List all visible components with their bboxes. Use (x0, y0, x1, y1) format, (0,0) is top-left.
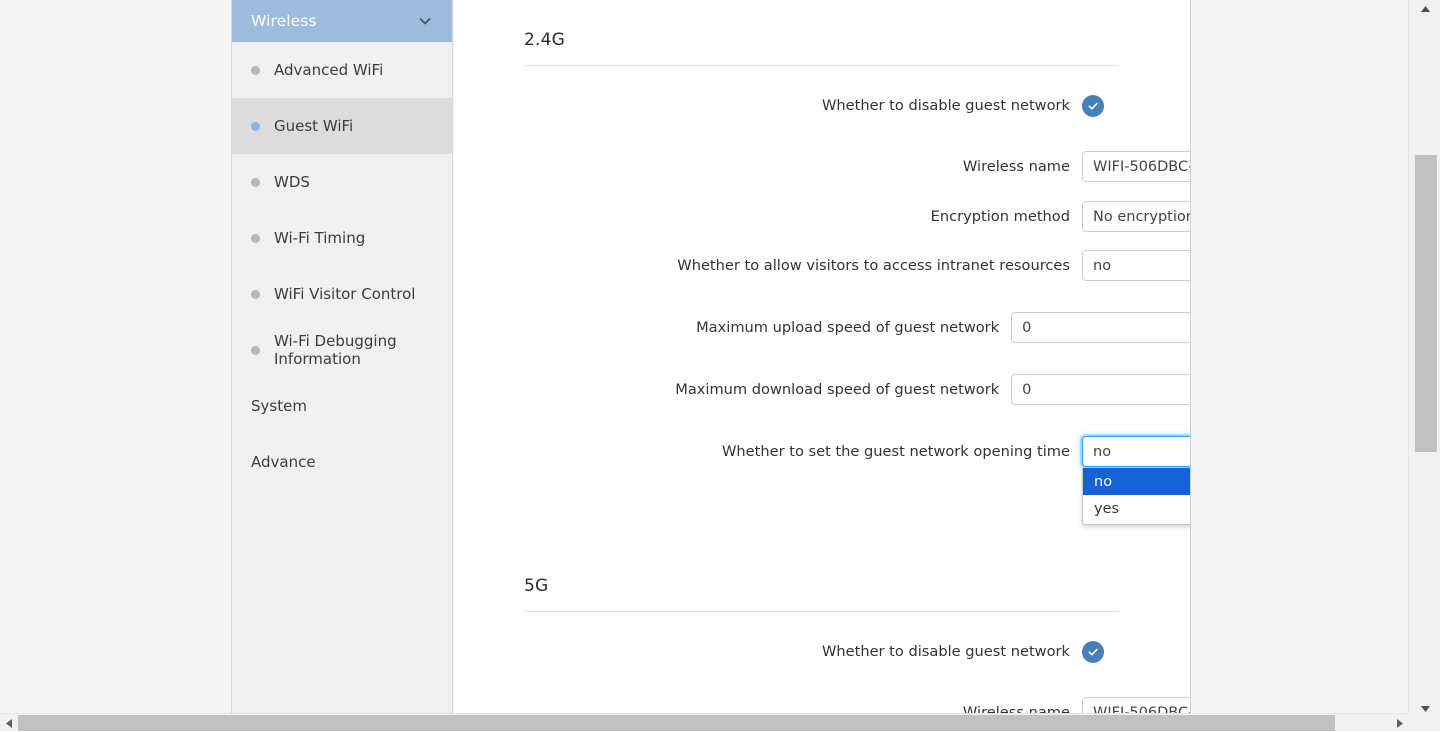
select-value: no (1093, 443, 1112, 460)
chevron-down-icon[interactable] (418, 14, 432, 28)
field-max-download-speed-24g: Maximum download speed of guest network … (454, 374, 1190, 436)
bullet-icon (251, 121, 260, 131)
sidebar-item-advanced-wifi[interactable]: Advanced WiFi (232, 42, 452, 98)
sidebar-item-label: Wi-Fi Debugging Information (274, 331, 397, 368)
select-value: no (1093, 257, 1112, 274)
sidebar-group-wireless[interactable]: Wireless (232, 0, 452, 42)
sidebar-item-wds[interactable]: WDS (232, 154, 452, 210)
dropdown-option-yes[interactable]: yes (1083, 495, 1190, 522)
dropdown-option-no[interactable]: no (1083, 468, 1190, 495)
scroll-up-button[interactable] (1409, 0, 1440, 17)
field-encryption-method-24g: Encryption method No encryption (454, 201, 1191, 232)
encryption-method-select-24g[interactable]: No encryption (1082, 201, 1191, 232)
field-label: Wireless name (962, 158, 1070, 175)
field-label: Whether to set the guest network opening… (721, 443, 1070, 460)
field-label: Whether to disable guest network (821, 643, 1070, 660)
sidebar-item-label: Advance (251, 453, 316, 471)
triangle-up-icon (1420, 5, 1430, 12)
sidebar-item-wifi-timing[interactable]: Wi-Fi Timing (232, 210, 452, 266)
horizontal-scrollbar[interactable] (0, 713, 1440, 731)
allow-intranet-select-24g[interactable]: no (1082, 250, 1190, 281)
sidebar-item-wifi-debugging-information[interactable]: Wi-Fi Debugging Information (232, 322, 452, 378)
field-label: Maximum upload speed of guest network (696, 319, 1000, 336)
field-label: Whether to allow visitors to access intr… (677, 257, 1070, 274)
field-disable-guest-network-5g: Whether to disable guest network (454, 641, 1104, 663)
sidebar-item-advance[interactable]: Advance (232, 434, 452, 490)
check-circle-icon[interactable] (1082, 641, 1104, 663)
select-value: No encryption (1093, 208, 1191, 225)
field-wireless-name-24g: Wireless name (454, 151, 1190, 182)
section-title-5g: 5G (524, 576, 549, 596)
sidebar-item-guest-wifi[interactable]: Guest WiFi (232, 98, 452, 154)
triangle-down-icon (1420, 705, 1430, 712)
guest-network-opening-time-dropdown: no yes (1082, 468, 1190, 525)
triangle-right-icon (1396, 718, 1403, 728)
bullet-icon (251, 345, 260, 355)
page-left-gutter (0, 0, 231, 717)
sidebar-item-system[interactable]: System (232, 378, 452, 434)
field-label: Encryption method (930, 208, 1070, 225)
bullet-icon (251, 65, 260, 75)
field-max-upload-speed-24g: Maximum upload speed of guest network KB… (454, 312, 1190, 374)
field-label: Maximum download speed of guest network (675, 381, 1000, 398)
guest-wifi-settings-panel: 2.4G Whether to disable guest network Wi… (454, 0, 1191, 717)
field-label: Whether to disable guest network (821, 97, 1070, 114)
triangle-left-icon (5, 718, 12, 728)
vertical-scrollbar[interactable] (1408, 0, 1440, 717)
field-guest-network-opening-time-24g: Whether to set the guest network opening… (454, 436, 1190, 525)
sidebar-item-label: Advanced WiFi (274, 60, 384, 79)
max-upload-speed-input-24g[interactable] (1011, 312, 1190, 343)
sidebar-item-label: Guest WiFi (274, 116, 354, 135)
page-right-gutter (1192, 0, 1408, 717)
sidebar-item-label: System (251, 397, 307, 415)
sidebar-item-label: WiFi Visitor Control (274, 284, 416, 303)
sidebar-group-label: Wireless (251, 12, 317, 30)
sidebar-item-label: WDS (274, 172, 310, 191)
bullet-icon (251, 177, 260, 187)
section-divider-5g (524, 611, 1118, 612)
max-download-speed-input-24g[interactable] (1011, 374, 1190, 405)
section-divider-24g (524, 65, 1118, 66)
sidebar-navigation: Wireless Advanced WiFi Guest WiFi WDS Wi… (231, 0, 453, 717)
field-disable-guest-network-24g: Whether to disable guest network (454, 95, 1104, 117)
sidebar-item-label: Wi-Fi Timing (274, 228, 366, 247)
check-circle-icon[interactable] (1082, 95, 1104, 117)
browser-viewport: Wireless Advanced WiFi Guest WiFi WDS Wi… (0, 0, 1440, 731)
scroll-right-button[interactable] (1391, 714, 1408, 732)
horizontal-scrollbar-thumb[interactable] (18, 715, 1335, 731)
vertical-scrollbar-thumb[interactable] (1415, 155, 1437, 452)
wireless-name-input-24g[interactable] (1082, 151, 1190, 182)
section-title-24g: 2.4G (524, 30, 566, 50)
bullet-icon (251, 233, 260, 243)
scroll-left-button[interactable] (0, 714, 17, 732)
scrollbar-corner (1408, 713, 1440, 731)
bullet-icon (251, 289, 260, 299)
sidebar-item-wifi-visitor-control[interactable]: WiFi Visitor Control (232, 266, 452, 322)
guest-network-opening-time-select-24g[interactable]: no no yes (1082, 436, 1190, 525)
field-allow-intranet-access-24g: Whether to allow visitors to access intr… (454, 250, 1190, 281)
